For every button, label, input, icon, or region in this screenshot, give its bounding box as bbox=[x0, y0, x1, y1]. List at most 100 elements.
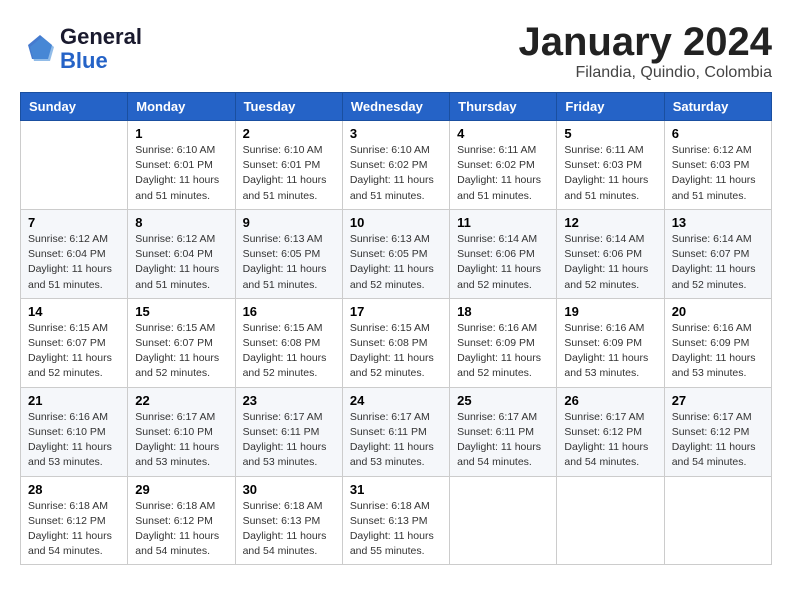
day-number: 30 bbox=[243, 482, 335, 497]
logo-blue: Blue bbox=[60, 48, 108, 73]
calendar-day-cell: 5 Sunrise: 6:11 AMSunset: 6:03 PMDaylight… bbox=[557, 121, 664, 210]
day-number: 17 bbox=[350, 304, 442, 319]
calendar-day-cell: 11 Sunrise: 6:14 AMSunset: 6:06 PMDayligh… bbox=[450, 209, 557, 298]
day-info: Sunrise: 6:17 AMSunset: 6:12 PMDaylight:… bbox=[672, 410, 764, 471]
day-number: 5 bbox=[564, 126, 656, 141]
day-info: Sunrise: 6:15 AMSunset: 6:07 PMDaylight:… bbox=[28, 321, 120, 382]
day-info: Sunrise: 6:18 AMSunset: 6:13 PMDaylight:… bbox=[243, 499, 335, 560]
calendar-day-cell: 12 Sunrise: 6:14 AMSunset: 6:06 PMDayligh… bbox=[557, 209, 664, 298]
day-number: 8 bbox=[135, 215, 227, 230]
calendar-day-cell: 1Sunrise: 6:10 AMSunset: 6:01 PMDaylight… bbox=[128, 121, 235, 210]
weekday-header-wednesday: Wednesday bbox=[342, 93, 449, 121]
calendar-day-cell: 8 Sunrise: 6:12 AMSunset: 6:04 PMDaylight… bbox=[128, 209, 235, 298]
day-info: Sunrise: 6:17 AMSunset: 6:11 PMDaylight:… bbox=[350, 410, 442, 471]
calendar-day-cell: 10 Sunrise: 6:13 AMSunset: 6:05 PMDayligh… bbox=[342, 209, 449, 298]
calendar-day-cell: 27 Sunrise: 6:17 AMSunset: 6:12 PMDayligh… bbox=[664, 387, 771, 476]
empty-cell bbox=[21, 121, 128, 210]
calendar-day-cell: 26 Sunrise: 6:17 AMSunset: 6:12 PMDayligh… bbox=[557, 387, 664, 476]
day-info: Sunrise: 6:12 AMSunset: 6:04 PMDaylight:… bbox=[28, 232, 120, 293]
calendar-day-cell: 9 Sunrise: 6:13 AMSunset: 6:05 PMDaylight… bbox=[235, 209, 342, 298]
day-number: 28 bbox=[28, 482, 120, 497]
day-number: 2 bbox=[243, 126, 335, 141]
day-info: Sunrise: 6:15 AMSunset: 6:07 PMDaylight:… bbox=[135, 321, 227, 382]
day-number: 10 bbox=[350, 215, 442, 230]
calendar-day-cell: 21 Sunrise: 6:16 AMSunset: 6:10 PMDayligh… bbox=[21, 387, 128, 476]
weekday-header-sunday: Sunday bbox=[21, 93, 128, 121]
day-info: Sunrise: 6:17 AMSunset: 6:10 PMDaylight:… bbox=[135, 410, 227, 471]
location: Filandia, Quindio, Colombia bbox=[518, 64, 772, 82]
calendar-day-cell: 23 Sunrise: 6:17 AMSunset: 6:11 PMDayligh… bbox=[235, 387, 342, 476]
calendar-day-cell: 20 Sunrise: 6:16 AMSunset: 6:09 PMDayligh… bbox=[664, 298, 771, 387]
calendar-day-cell: 19Sunrise: 6:16 AMSunset: 6:09 PMDayligh… bbox=[557, 298, 664, 387]
calendar-day-cell: 2 Sunrise: 6:10 AMSunset: 6:01 PMDaylight… bbox=[235, 121, 342, 210]
weekday-header-saturday: Saturday bbox=[664, 93, 771, 121]
empty-cell bbox=[664, 476, 771, 565]
title-block: January 2024 Filandia, Quindio, Colombia bbox=[518, 20, 772, 82]
day-number: 24 bbox=[350, 393, 442, 408]
calendar-day-cell: 17 Sunrise: 6:15 AMSunset: 6:08 PMDayligh… bbox=[342, 298, 449, 387]
day-info: Sunrise: 6:14 AMSunset: 6:07 PMDaylight:… bbox=[672, 232, 764, 293]
calendar-day-cell: 14 Sunrise: 6:15 AMSunset: 6:07 PMDayligh… bbox=[21, 298, 128, 387]
day-number: 23 bbox=[243, 393, 335, 408]
day-info: Sunrise: 6:14 AMSunset: 6:06 PMDaylight:… bbox=[457, 232, 549, 293]
day-number: 12 bbox=[564, 215, 656, 230]
day-number: 6 bbox=[672, 126, 764, 141]
day-info: Sunrise: 6:18 AMSunset: 6:12 PMDaylight:… bbox=[28, 499, 120, 560]
day-number: 11 bbox=[457, 215, 549, 230]
logo-general: General bbox=[60, 24, 142, 49]
calendar-table: SundayMondayTuesdayWednesdayThursdayFrid… bbox=[20, 92, 772, 565]
day-number: 20 bbox=[672, 304, 764, 319]
calendar-day-cell: 31Sunrise: 6:18 AMSunset: 6:13 PMDayligh… bbox=[342, 476, 449, 565]
day-info: Sunrise: 6:18 AMSunset: 6:12 PMDaylight:… bbox=[135, 499, 227, 560]
day-info: Sunrise: 6:15 AMSunset: 6:08 PMDaylight:… bbox=[243, 321, 335, 382]
day-info: Sunrise: 6:10 AMSunset: 6:01 PMDaylight:… bbox=[243, 143, 335, 204]
calendar-day-cell: 29 Sunrise: 6:18 AMSunset: 6:12 PMDayligh… bbox=[128, 476, 235, 565]
weekday-header-friday: Friday bbox=[557, 93, 664, 121]
weekday-header-row: SundayMondayTuesdayWednesdayThursdayFrid… bbox=[21, 93, 772, 121]
day-number: 19 bbox=[564, 304, 656, 319]
empty-cell bbox=[450, 476, 557, 565]
calendar-week-row: 28 Sunrise: 6:18 AMSunset: 6:12 PMDayligh… bbox=[21, 476, 772, 565]
calendar-day-cell: 6Sunrise: 6:12 AMSunset: 6:03 PMDaylight… bbox=[664, 121, 771, 210]
calendar-day-cell: 13 Sunrise: 6:14 AMSunset: 6:07 PMDayligh… bbox=[664, 209, 771, 298]
day-number: 15 bbox=[135, 304, 227, 319]
calendar-day-cell: 25Sunrise: 6:17 AMSunset: 6:11 PMDayligh… bbox=[450, 387, 557, 476]
calendar-day-cell: 3 Sunrise: 6:10 AMSunset: 6:02 PMDaylight… bbox=[342, 121, 449, 210]
day-info: Sunrise: 6:16 AMSunset: 6:10 PMDaylight:… bbox=[28, 410, 120, 471]
day-number: 1 bbox=[135, 126, 227, 141]
day-number: 31 bbox=[350, 482, 442, 497]
calendar-day-cell: 24 Sunrise: 6:17 AMSunset: 6:11 PMDayligh… bbox=[342, 387, 449, 476]
weekday-header-tuesday: Tuesday bbox=[235, 93, 342, 121]
day-info: Sunrise: 6:17 AMSunset: 6:12 PMDaylight:… bbox=[564, 410, 656, 471]
day-number: 25 bbox=[457, 393, 549, 408]
page-header: General Blue January 2024 Filandia, Quin… bbox=[20, 20, 772, 82]
day-number: 9 bbox=[243, 215, 335, 230]
day-info: Sunrise: 6:15 AMSunset: 6:08 PMDaylight:… bbox=[350, 321, 442, 382]
day-number: 22 bbox=[135, 393, 227, 408]
day-number: 29 bbox=[135, 482, 227, 497]
calendar-day-cell: 28 Sunrise: 6:18 AMSunset: 6:12 PMDayligh… bbox=[21, 476, 128, 565]
weekday-header-monday: Monday bbox=[128, 93, 235, 121]
month-title: January 2024 bbox=[518, 20, 772, 64]
day-info: Sunrise: 6:13 AMSunset: 6:05 PMDaylight:… bbox=[350, 232, 442, 293]
day-number: 4 bbox=[457, 126, 549, 141]
day-number: 26 bbox=[564, 393, 656, 408]
day-number: 14 bbox=[28, 304, 120, 319]
day-info: Sunrise: 6:11 AMSunset: 6:03 PMDaylight:… bbox=[564, 143, 656, 204]
day-number: 21 bbox=[28, 393, 120, 408]
day-number: 13 bbox=[672, 215, 764, 230]
day-info: Sunrise: 6:10 AMSunset: 6:02 PMDaylight:… bbox=[350, 143, 442, 204]
day-number: 7 bbox=[28, 215, 120, 230]
calendar-week-row: 7 Sunrise: 6:12 AMSunset: 6:04 PMDaylight… bbox=[21, 209, 772, 298]
calendar-day-cell: 15 Sunrise: 6:15 AMSunset: 6:07 PMDayligh… bbox=[128, 298, 235, 387]
calendar-day-cell: 18Sunrise: 6:16 AMSunset: 6:09 PMDayligh… bbox=[450, 298, 557, 387]
day-info: Sunrise: 6:16 AMSunset: 6:09 PMDaylight:… bbox=[672, 321, 764, 382]
day-info: Sunrise: 6:14 AMSunset: 6:06 PMDaylight:… bbox=[564, 232, 656, 293]
day-number: 27 bbox=[672, 393, 764, 408]
day-info: Sunrise: 6:13 AMSunset: 6:05 PMDaylight:… bbox=[243, 232, 335, 293]
calendar-day-cell: 22 Sunrise: 6:17 AMSunset: 6:10 PMDayligh… bbox=[128, 387, 235, 476]
calendar-week-row: 21 Sunrise: 6:16 AMSunset: 6:10 PMDayligh… bbox=[21, 387, 772, 476]
day-number: 3 bbox=[350, 126, 442, 141]
day-info: Sunrise: 6:12 AMSunset: 6:04 PMDaylight:… bbox=[135, 232, 227, 293]
day-info: Sunrise: 6:17 AMSunset: 6:11 PMDaylight:… bbox=[243, 410, 335, 471]
